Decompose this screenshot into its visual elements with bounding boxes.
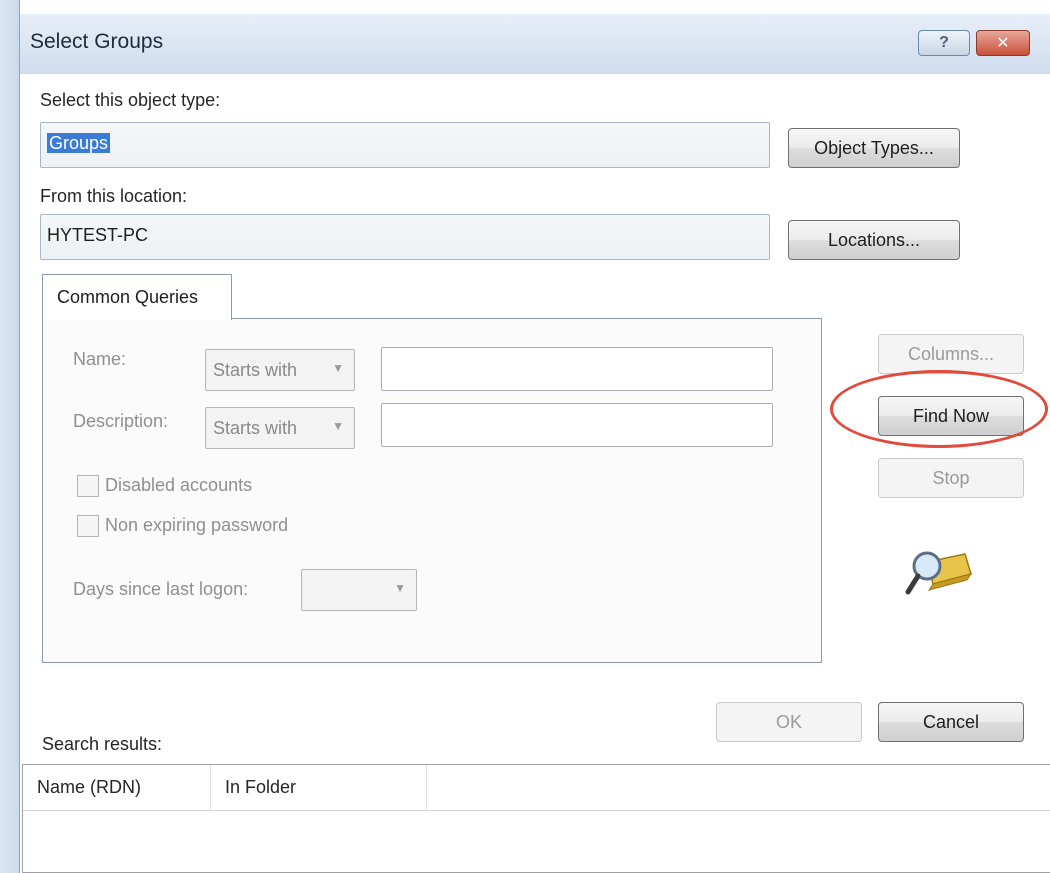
description-label: Description: (73, 411, 169, 431)
non-expiring-password-checkbox[interactable] (77, 515, 99, 537)
help-icon: ? (939, 34, 949, 51)
tab-common-queries[interactable]: Common Queries (42, 274, 232, 320)
disabled-accounts-label: Disabled accounts (105, 475, 253, 495)
results-header: Name (RDN) In Folder (23, 765, 1050, 811)
window-title: Select Groups (30, 30, 164, 53)
object-type-field[interactable]: Groups (40, 122, 770, 168)
days-since-logon-label: Days since last logon: (73, 579, 249, 599)
cancel-button[interactable]: Cancel (878, 702, 1024, 742)
dialog-client-area: Select this object type: Groups Object T… (20, 74, 1050, 873)
location-field[interactable]: HYTEST-PC (40, 214, 770, 260)
window-frame-left (0, 0, 20, 873)
stop-button[interactable]: Stop (878, 458, 1024, 498)
help-button[interactable]: ? (918, 30, 970, 56)
description-mode-select[interactable]: Starts with ▼ (205, 407, 355, 449)
chevron-down-icon: ▼ (332, 419, 344, 433)
name-input[interactable] (381, 347, 773, 391)
folder-magnifier-icon (905, 551, 973, 595)
locations-button[interactable]: Locations... (788, 220, 960, 260)
object-types-button[interactable]: Object Types... (788, 128, 960, 168)
name-mode-value: Starts with (213, 360, 298, 380)
title-bar[interactable]: Select Groups ? ✕ (20, 14, 1050, 74)
days-since-logon-select[interactable]: ▼ (301, 569, 417, 611)
location-label: From this location: (40, 186, 188, 206)
search-results-label: Search results: (42, 734, 163, 754)
columns-button[interactable]: Columns... (878, 334, 1024, 374)
name-mode-select[interactable]: Starts with ▼ (205, 349, 355, 391)
object-type-label: Select this object type: (40, 90, 221, 110)
column-header-name[interactable]: Name (RDN) (23, 765, 211, 810)
disabled-accounts-checkbox[interactable] (77, 475, 99, 497)
column-header-in-folder[interactable]: In Folder (211, 765, 427, 810)
close-button[interactable]: ✕ (976, 30, 1030, 56)
find-now-button[interactable]: Find Now (878, 396, 1024, 436)
chevron-down-icon: ▼ (332, 361, 344, 375)
location-value: HYTEST-PC (47, 225, 149, 245)
common-queries-panel: Name: Starts with ▼ Description: Starts … (42, 318, 822, 663)
non-expiring-password-label: Non expiring password (105, 515, 289, 535)
object-type-value: Groups (47, 133, 111, 153)
close-icon: ✕ (996, 35, 1010, 52)
search-results-list[interactable]: Name (RDN) In Folder (22, 764, 1050, 873)
description-input[interactable] (381, 403, 773, 447)
chevron-down-icon: ▼ (394, 581, 406, 595)
description-mode-value: Starts with (213, 418, 298, 438)
ok-button[interactable]: OK (716, 702, 862, 742)
name-label: Name: (73, 349, 127, 369)
